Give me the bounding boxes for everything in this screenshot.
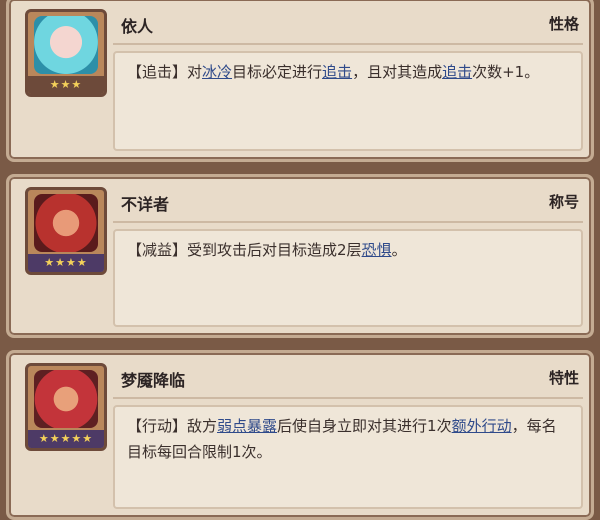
description-text: 【行动】敌方 [127,417,218,435]
character-portrait-icon: ★★★★★ [25,363,107,451]
keyword-link[interactable]: 追击 [442,63,472,81]
trait-card-2[interactable]: ★★★★ 不详者 称号 【减益】受到攻击后对目标造成2层恐惧。 [6,174,594,338]
divider [113,43,583,45]
trait-category: 特性 [548,369,579,387]
keyword-link[interactable]: 弱点暴露 [217,417,277,435]
description-text: ，且对其造成 [352,63,443,81]
star-rating: ★★★★ [28,254,104,272]
description-text: 【追击】对 [127,63,203,81]
description-text: 后使自身立即对其进行1次 [277,417,452,435]
trait-description: 【追击】对冰冷目标必定进行追击，且对其造成追击次数+1。 [113,51,583,151]
character-portrait-icon: ★★★ [25,9,107,97]
divider [113,221,583,223]
trait-category: 称号 [548,193,579,211]
description-text: 【减益】受到攻击后对目标造成2层 [127,241,362,259]
trait-description: 【减益】受到攻击后对目标造成2层恐惧。 [113,229,583,327]
character-portrait-icon: ★★★★ [25,187,107,275]
keyword-link[interactable]: 追击 [322,63,352,81]
divider [113,397,583,399]
keyword-link[interactable]: 额外行动 [452,417,512,435]
trait-description: 【行动】敌方弱点暴露后使自身立即对其进行1次额外行动，每名目标每回合限制1次。 [113,405,583,509]
trait-name: 依人 [121,17,154,36]
trait-card-3[interactable]: ★★★★★ 梦魇降临 特性 【行动】敌方弱点暴露后使自身立即对其进行1次额外行动… [6,350,594,520]
description-text: 。 [391,241,407,259]
description-text: 目标必定进行 [232,63,323,81]
keyword-link[interactable]: 恐惧 [362,241,392,259]
star-rating: ★★★ [28,76,104,94]
trait-card-1[interactable]: ★★★ 依人 性格 【追击】对冰冷目标必定进行追击，且对其造成追击次数+1。 [6,0,594,162]
keyword-link[interactable]: 冰冷 [202,63,232,81]
trait-name: 不详者 [121,195,170,214]
star-rating: ★★★★★ [28,430,104,448]
description-text: 次数+1。 [472,63,540,81]
trait-category: 性格 [548,15,579,33]
trait-name: 梦魇降临 [121,371,186,390]
